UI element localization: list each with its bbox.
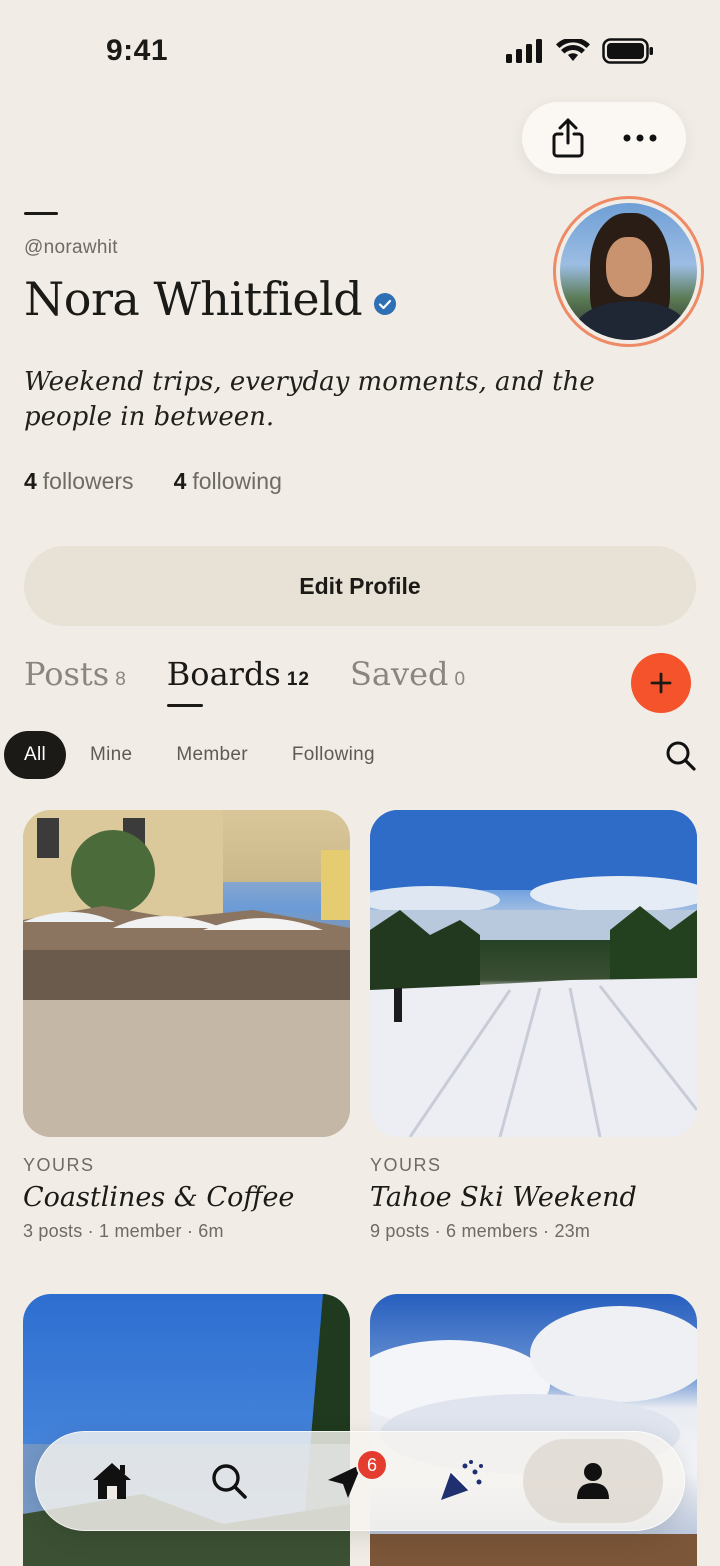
profile-bio: Weekend trips, everyday moments, and the… [24, 367, 595, 432]
bottom-nav: 6 [35, 1431, 685, 1531]
status-bar: 9:41 [0, 0, 720, 100]
tab-posts[interactable]: Posts 8 [24, 655, 127, 707]
party-icon [441, 1460, 484, 1500]
board-meta: 9 posts · 6 members · 23m [370, 1221, 591, 1241]
profile-tabs: Posts 8 Boards 12 Saved 0 [24, 655, 466, 707]
add-board-button[interactable] [631, 653, 691, 713]
filter-following[interactable]: Following [272, 731, 395, 779]
status-time: 9:41 [106, 34, 169, 67]
filter-mine[interactable]: Mine [70, 731, 152, 779]
tab-boards[interactable]: Boards 12 [166, 655, 310, 707]
profile-actions [522, 102, 686, 174]
verified-icon [374, 293, 397, 315]
wifi-icon [556, 39, 590, 61]
more-button[interactable] [612, 110, 668, 166]
tab-label: Saved [349, 655, 449, 693]
board-card[interactable]: YOURS Tahoe Ski Weekend 9 posts · 6 memb… [370, 810, 697, 1242]
nav-activity[interactable] [406, 1439, 516, 1523]
tab-count: 8 [115, 669, 127, 690]
search-icon [211, 1464, 247, 1499]
filter-member[interactable]: Member [156, 731, 267, 779]
profile-icon [576, 1463, 609, 1499]
header-dash [24, 212, 58, 215]
tab-saved[interactable]: Saved 0 [350, 655, 466, 707]
profile-name: Nora Whitfield [24, 272, 363, 326]
nav-profile[interactable] [522, 1439, 663, 1523]
tab-label: Boards [166, 655, 281, 693]
home-icon [93, 1463, 132, 1499]
following-link[interactable]: 4 following [174, 468, 282, 495]
board-cover-image [23, 810, 350, 1137]
nav-search[interactable] [174, 1439, 284, 1523]
board-ownership: YOURS [370, 1155, 442, 1175]
profile-name-row: Nora Whitfield [24, 272, 397, 326]
share-button[interactable] [540, 110, 596, 166]
board-filters: All Mine Member Following [4, 731, 395, 779]
board-title: Tahoe Ski Weekend [370, 1182, 637, 1213]
board-cover-image [370, 810, 697, 1137]
following-label: following [192, 468, 282, 494]
filter-all[interactable]: All [4, 731, 67, 779]
board-title: Coastlines & Coffee [23, 1182, 295, 1213]
followers-link[interactable]: 4 followers [24, 468, 134, 495]
avatar-photo [560, 203, 697, 340]
followers-count: 4 [24, 468, 37, 494]
board-meta: 3 posts · 1 member · 6m [23, 1221, 224, 1241]
plus-icon [650, 672, 672, 694]
nav-messages[interactable]: 6 [290, 1439, 400, 1523]
battery-icon [602, 38, 653, 64]
following-count: 4 [173, 468, 187, 494]
profile-handle: @norawhit [24, 237, 118, 258]
follow-stats: 4 followers 4 following [24, 468, 282, 495]
share-icon [552, 118, 584, 158]
tab-label: Posts [24, 655, 110, 693]
nav-home[interactable] [57, 1439, 167, 1523]
messages-badge: 6 [355, 1449, 388, 1481]
signal-icon [506, 39, 542, 63]
tab-count: 12 [286, 669, 310, 690]
more-icon [623, 134, 657, 142]
avatar[interactable] [553, 196, 704, 347]
tab-count: 0 [454, 669, 467, 690]
followers-label: followers [42, 468, 134, 494]
status-icons [506, 38, 654, 64]
board-search-icon[interactable] [663, 738, 699, 774]
board-card[interactable]: YOURS Coastlines & Coffee 3 posts · 1 me… [23, 810, 350, 1242]
board-ownership: YOURS [23, 1155, 95, 1175]
edit-profile-button[interactable]: Edit Profile [24, 546, 696, 626]
